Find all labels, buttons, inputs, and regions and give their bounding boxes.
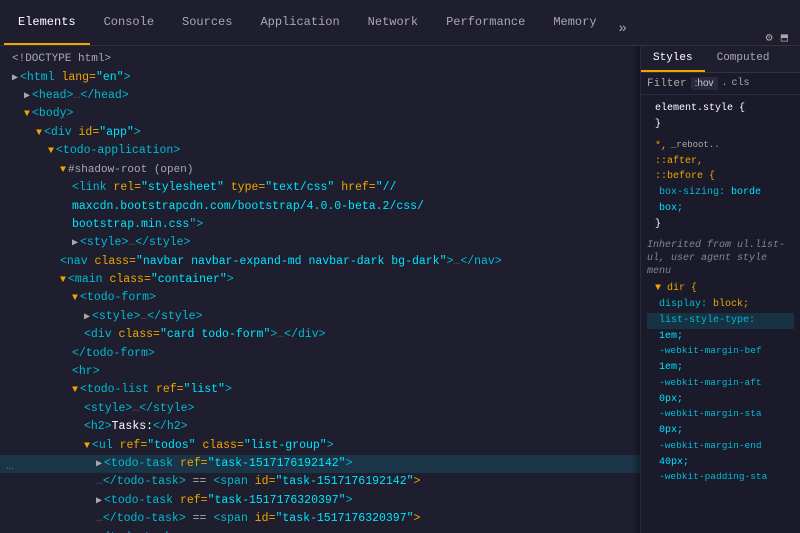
tab-bar: Elements Console Sources Application Net…: [0, 0, 800, 46]
dom-line-doctype: <!DOCTYPE html>: [0, 50, 640, 69]
tab-application[interactable]: Application: [246, 0, 353, 45]
dom-line-shadow: ▼#shadow-root (open): [0, 161, 640, 180]
dom-line-style1: ▶<style>…</style>: [0, 234, 640, 252]
inherited-label2: ul, user agent style: [641, 253, 800, 266]
dom-line-link3: bootstrap.min.css">: [0, 216, 640, 234]
dom-line-link1: <link rel="stylesheet" type="text/css" h…: [0, 179, 640, 197]
element-style-block: element.style { }: [641, 99, 800, 135]
sub-tab-bar: Styles Computed: [641, 46, 800, 73]
cls-label: cls: [732, 78, 750, 89]
dom-line-nav: <nav class="navbar navbar-expand-md navb…: [0, 253, 640, 271]
filter-dot: .: [722, 78, 728, 89]
dom-line-link2: maxcdn.bootstrapcdn.com/bootstrap/4.0.0-…: [0, 198, 640, 216]
element-style-selector: element.style {: [655, 103, 745, 114]
tab-memory[interactable]: Memory: [539, 0, 610, 45]
dir-style-block: ▼ dir { display: block; list-style-type:…: [641, 279, 800, 488]
dom-line-todo-form-close: </todo-form>: [0, 345, 640, 363]
tab-computed[interactable]: Computed: [705, 46, 782, 72]
dom-line-ul: ▼<ul ref="todos" class="list-group">: [0, 437, 640, 455]
more-tabs-icon[interactable]: »: [611, 13, 635, 45]
dom-line-head: ▶<head>…</head>: [0, 87, 640, 105]
dom-line-todo-app: ▼<todo-application>: [0, 142, 640, 160]
inherited-label3: menu: [641, 266, 800, 279]
settings-icon[interactable]: ⚙: [766, 30, 773, 45]
dom-line-hr: <hr>: [0, 363, 640, 381]
filter-label: Filter: [647, 78, 687, 90]
hov-button[interactable]: :hov: [691, 77, 718, 90]
dom-line-task2-close: …</todo-task> == <span id="task-15171763…: [0, 510, 640, 528]
dom-line-close-tag: </todo-task>: [0, 529, 640, 533]
dom-line-task1-close: …</todo-task> == <span id="task-15171761…: [0, 473, 640, 491]
tab-sources[interactable]: Sources: [168, 0, 246, 45]
dom-line-body: ▼<body>: [0, 105, 640, 123]
tab-console[interactable]: Console: [90, 0, 168, 45]
dom-line-task2[interactable]: ▶<todo-task ref="task-1517176320397">: [0, 492, 640, 510]
inherited-label: Inherited from ul.list-: [641, 236, 800, 253]
dom-panel: <!DOCTYPE html> ▶<html lang="en"> ▶<head…: [0, 46, 640, 533]
dom-line-todo-list: ▼<todo-list ref="list">: [0, 381, 640, 399]
universal-style-block: *, _reboot.. ::after, ::before { box-siz…: [641, 137, 800, 235]
dom-line-style2: ▶<style>…</style>: [0, 308, 640, 326]
styles-panel: Styles Computed Filter :hov . cls elemen…: [640, 46, 800, 533]
dock-icon[interactable]: ⬒: [781, 30, 788, 45]
dom-line-html: ▶<html lang="en">: [0, 69, 640, 87]
filter-bar: Filter :hov . cls: [641, 73, 800, 95]
tab-network[interactable]: Network: [354, 0, 432, 45]
dom-line-main: ▼<main class="container">: [0, 271, 640, 289]
dom-line-style3: <style>…</style>: [0, 400, 640, 418]
dom-line-h2: <h2>Tasks:</h2>: [0, 418, 640, 436]
tab-styles[interactable]: Styles: [641, 46, 705, 72]
dom-line-div-card: <div class="card todo-form">…</div>: [0, 326, 640, 344]
tab-performance[interactable]: Performance: [432, 0, 539, 45]
main-content: <!DOCTYPE html> ▶<html lang="en"> ▶<head…: [0, 46, 800, 533]
styles-content: element.style { } *, _reboot.. ::after, …: [641, 95, 800, 533]
tab-elements[interactable]: Elements: [4, 0, 90, 45]
tab-icons: ⚙ ⬒: [766, 30, 796, 45]
dom-line-div-app: ▼<div id="app">: [0, 124, 640, 142]
dom-line-todo-form-open: ▼<todo-form>: [0, 289, 640, 307]
dom-line-task1[interactable]: … ▶<todo-task ref="task-1517176192142">: [0, 455, 640, 473]
